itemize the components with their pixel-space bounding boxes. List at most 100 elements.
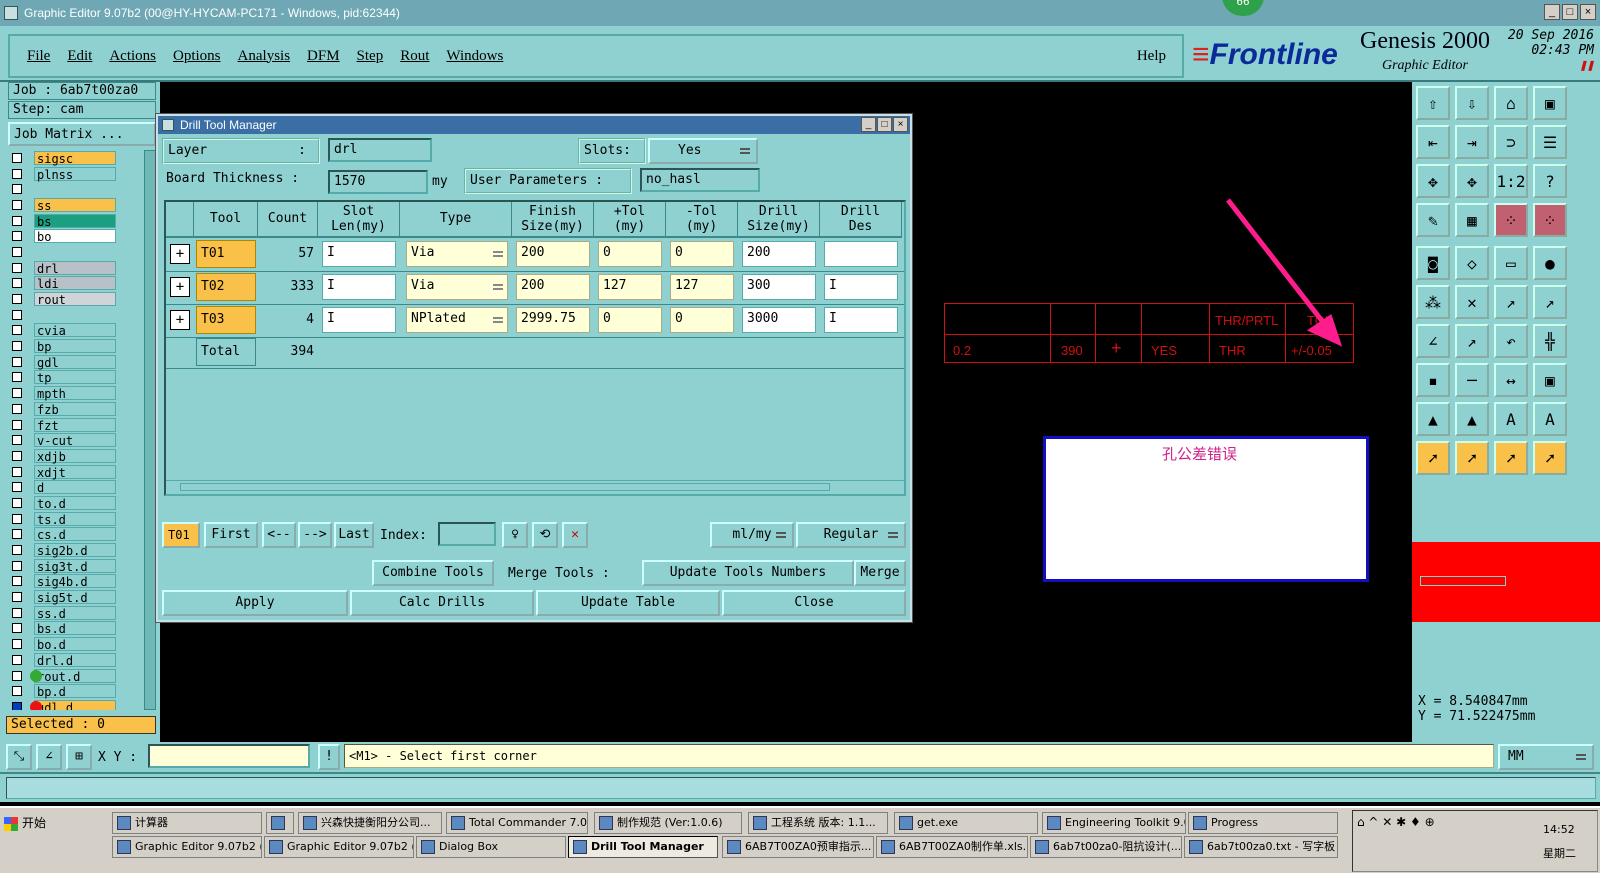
pointer-red-icon[interactable]: ➚ [1455, 441, 1489, 475]
plus-tol-field[interactable]: 0 [598, 307, 662, 333]
merge-button[interactable]: Merge [854, 560, 906, 586]
plus-tol-field[interactable]: 0 [598, 241, 662, 267]
drill-size-field[interactable]: 3000 [742, 307, 816, 333]
taskbar-item[interactable]: 工程系统 版本: 1.1... [748, 812, 888, 834]
layer-checkbox[interactable] [12, 388, 22, 399]
layer-checkbox[interactable] [12, 639, 22, 650]
connect-icon[interactable]: ⁂ [1416, 285, 1450, 319]
tool-name[interactable]: T03 [196, 306, 256, 334]
layer-row[interactable]: xdjt [8, 464, 144, 480]
taskbar-item[interactable]: Graphic Editor 9.07b2 (... [112, 836, 262, 858]
finish-size-field[interactable]: 2999.75 [516, 307, 590, 333]
layer-checkbox[interactable] [12, 529, 22, 540]
layer-row[interactable]: ts.d [8, 511, 144, 527]
slot-len-field[interactable]: I [322, 274, 396, 300]
taskbar-item[interactable]: 制作规范 (Ver:1.0.6) [594, 812, 742, 834]
grid-icon[interactable]: ⊞ [66, 744, 92, 770]
menu-dfm[interactable]: DFM [307, 48, 340, 65]
reload-icon[interactable]: ⟲ [532, 522, 558, 548]
fit-icon[interactable]: ▣ [1533, 86, 1567, 120]
layer-checkbox[interactable] [12, 576, 22, 587]
expand-row-icon[interactable]: + [170, 277, 190, 297]
minus-tol-field[interactable]: 0 [670, 307, 734, 333]
slot-len-field[interactable]: I [322, 307, 396, 333]
layer-checkbox[interactable] [12, 152, 22, 163]
left-icon[interactable]: ⇤ [1416, 125, 1450, 159]
apply-button[interactable]: Apply [162, 590, 348, 616]
layer-row[interactable]: tp [8, 370, 144, 385]
layer-row[interactable]: cvia [8, 323, 144, 338]
triangle-alt-icon[interactable]: ▲ [1455, 402, 1489, 436]
layer-row[interactable] [8, 181, 144, 197]
text-alt-icon[interactable]: A [1533, 402, 1567, 436]
zoom-fit-icon[interactable]: ✥ [1416, 164, 1450, 198]
bulb-icon[interactable]: ♀ [502, 522, 528, 548]
layer-row[interactable]: drl.d [8, 652, 144, 668]
dialog-close-button[interactable]: × [893, 117, 908, 132]
move-icon[interactable]: ↗ [1494, 285, 1528, 319]
dialog-minimize-button[interactable]: _ [861, 117, 876, 132]
angle-icon[interactable]: ∠ [1416, 324, 1450, 358]
layer-row[interactable]: rout [8, 291, 144, 307]
cancel-icon[interactable]: ✕ [562, 522, 588, 548]
triangle-icon[interactable]: ▲ [1416, 402, 1450, 436]
taskbar-item[interactable]: 6ab7t00za0.txt - 写字板 [1184, 836, 1338, 858]
stretch-icon[interactable]: ↔ [1494, 363, 1528, 397]
maximize-button[interactable]: □ [1562, 4, 1578, 20]
layer-checkbox[interactable] [12, 654, 22, 665]
plus-tol-field[interactable]: 127 [598, 274, 662, 300]
next-button[interactable]: --> [298, 522, 332, 548]
slot-len-field[interactable]: I [322, 241, 396, 267]
layer-row[interactable]: xdjb [8, 448, 144, 464]
layer-row[interactable]: ss [8, 197, 144, 213]
grid-icon[interactable]: ▦ [1455, 203, 1489, 237]
layer-row[interactable]: gdl [8, 354, 144, 370]
type-dropdown[interactable]: NPlated [406, 307, 508, 333]
drill-des-field[interactable]: I [824, 307, 898, 333]
layer-checkbox[interactable] [12, 341, 22, 352]
layer-checkbox[interactable] [12, 560, 22, 571]
menu-analysis[interactable]: Analysis [238, 48, 291, 65]
pointer-net-icon[interactable]: ➚ [1533, 441, 1567, 475]
layer-checkbox[interactable] [12, 607, 22, 618]
layer-row[interactable]: drl [8, 260, 144, 276]
measure-icon[interactable]: ∠ [36, 744, 62, 770]
calc-drills-button[interactable]: Calc Drills [350, 590, 534, 616]
pointer-icon[interactable]: ➚ [1416, 441, 1450, 475]
layer-row[interactable]: mpth [8, 385, 144, 401]
drill-des-field[interactable]: I [824, 274, 898, 300]
layer-row[interactable]: bo.d [8, 636, 144, 652]
layer-checkbox[interactable] [12, 168, 22, 179]
taskbar-item[interactable]: Dialog Box [416, 836, 566, 858]
taskbar-item[interactable]: 计算器 [112, 812, 262, 834]
start-button[interactable]: 开始 [2, 812, 58, 836]
layer-checkbox[interactable] [12, 450, 22, 461]
expand-row-icon[interactable]: + [170, 244, 190, 264]
list-icon[interactable]: ☰ [1533, 125, 1567, 159]
layer-row[interactable]: sig2b.d [8, 542, 144, 558]
layer-row[interactable]: fzb [8, 401, 144, 417]
layer-checkbox[interactable] [12, 623, 22, 634]
drill-size-field[interactable]: 300 [742, 274, 816, 300]
type-dropdown[interactable]: Via [406, 241, 508, 267]
taskbar-item[interactable]: Progress [1188, 812, 1338, 834]
layer-row[interactable]: sigsc [8, 150, 144, 166]
close-button[interactable]: × [1580, 4, 1596, 20]
up-icon[interactable]: ⇧ [1416, 86, 1450, 120]
combine-tools-button[interactable]: Combine Tools [372, 560, 494, 586]
taskbar-item[interactable]: 6ab7t00za0-阻抗设计(... [1030, 836, 1182, 858]
layer-checkbox[interactable] [12, 309, 22, 320]
undo-icon[interactable]: ↶ [1494, 324, 1528, 358]
job-matrix-button[interactable]: Job Matrix ... [8, 122, 156, 146]
table-horizontal-scrollbar[interactable] [166, 480, 904, 494]
first-button[interactable]: First [204, 522, 258, 548]
layer-checkbox[interactable] [12, 262, 22, 273]
units-select[interactable]: MM [1498, 744, 1594, 770]
menu-windows[interactable]: Windows [446, 48, 503, 65]
layer-checkbox[interactable] [12, 435, 22, 446]
right-icon[interactable]: ⇥ [1455, 125, 1489, 159]
layer-checkbox[interactable] [12, 701, 22, 710]
taskbar-item[interactable]: 兴森快捷衡阳分公司... [298, 812, 442, 834]
layer-row[interactable]: bp [8, 338, 144, 354]
menu-help[interactable]: Help [1137, 48, 1166, 65]
